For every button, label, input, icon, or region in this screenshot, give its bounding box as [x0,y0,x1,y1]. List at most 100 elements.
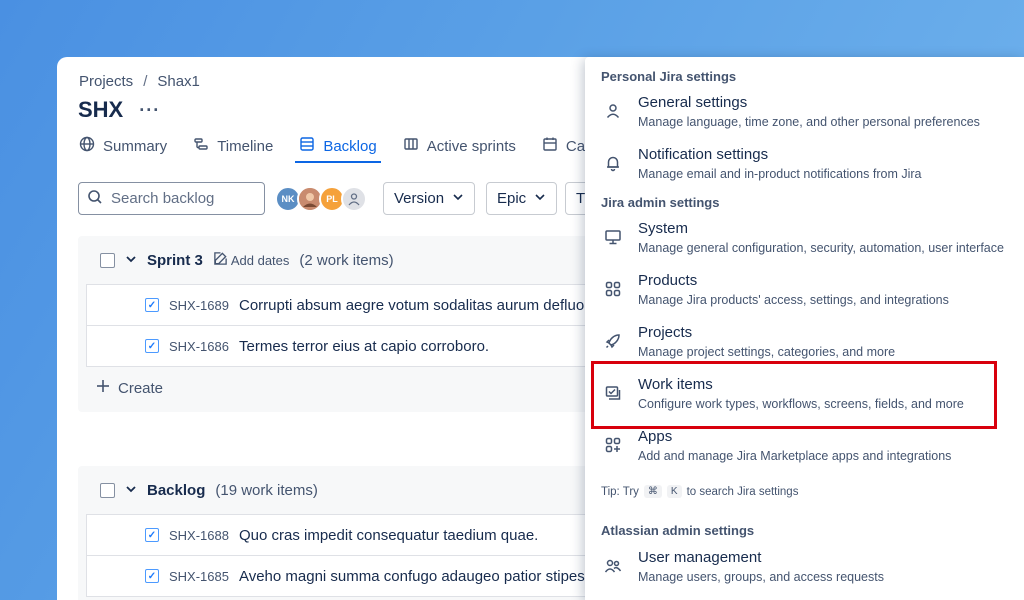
backlog-name: Backlog [147,481,206,499]
work-item-summary: Corrupti absum aegre votum sodalitas aur… [238,296,585,314]
tab-label: Summary [103,137,168,155]
backlog-checkbox[interactable] [100,482,115,498]
add-app-icon [604,436,624,456]
filter-label: T [576,190,586,207]
plus-icon [96,379,110,397]
menu-item-apps[interactable]: Apps Add and manage Jira Marketplace apps… [585,426,1024,478]
search-tip: Tip: Try ⌘ K to search Jira settings [601,485,798,498]
tab-timeline[interactable]: Timeline [193,135,273,159]
chevron-down-icon [452,190,464,207]
sprint-items: ✓ SHX-1689 Corrupti absum aegre votum so… [86,284,638,367]
menu-item-title: Products [638,272,698,289]
search-icon [87,189,103,209]
work-item-key[interactable]: SHX-1686 [169,339,229,354]
backlog-panel: Backlog (19 work items) ✓ SHX-1688 Quo c… [78,466,638,600]
menu-item-desc: Manage users, groups, and access request… [638,570,884,584]
globe-icon [79,136,95,156]
breadcrumb: Projects / Shax1 [79,73,200,90]
search-input[interactable]: Search backlog [78,182,265,215]
apps-grid-icon [604,280,624,300]
avatar-group: NK PL [275,186,367,212]
work-item-summary: Aveho magni summa confugo adaugeo patior… [238,567,589,585]
calendar-icon [542,136,558,156]
breadcrumb-projects[interactable]: Projects [79,73,133,90]
admin-settings-heading: Jira admin settings [601,195,720,210]
tab-label: Backlog [323,137,377,155]
page-title: SHX ··· [78,97,160,123]
work-item-summary: Termes terror eius at capio corroboro. [238,337,490,355]
menu-item-desc: Manage language, time zone, and other pe… [638,115,980,129]
menu-item-user-management[interactable]: User management Manage users, groups, and… [585,547,1024,599]
add-dates-button[interactable]: Add dates [213,251,290,269]
create-label: Create [118,379,164,397]
sprint-name: Sprint 3 [147,251,203,269]
tip-suffix: to search Jira settings [686,485,799,498]
monitor-icon [604,228,624,248]
menu-item-desc: Manage Jira products' access, settings, … [638,293,949,307]
filter-label: Version [394,190,445,207]
sprint-panel: Sprint 3 Add dates (2 work items) ✓ SHX-… [78,236,638,412]
menu-item-notification-settings[interactable]: Notification settings Manage email and in… [585,144,1024,196]
sprint-checkbox[interactable] [100,252,115,268]
task-icon: ✓ [145,569,159,583]
task-icon: ✓ [145,528,159,542]
tab-label: Active sprints [426,137,516,155]
k-key: K [666,485,682,498]
tab-calendar[interactable]: Ca [542,135,585,159]
backlog-header: Backlog (19 work items) [78,466,638,514]
task-icon: ✓ [145,298,159,312]
task-icon: ✓ [145,339,159,353]
menu-item-title: Apps [638,428,673,445]
people-icon [604,557,624,577]
table-row[interactable]: ✓ SHX-1689 Corrupti absum aegre votum so… [86,285,638,326]
tab-summary[interactable]: Summary [79,135,167,159]
filter-label: Epic [497,190,527,207]
bell-icon [604,154,624,174]
timeline-icon [193,136,209,156]
sprint-header: Sprint 3 Add dates (2 work items) [78,236,638,284]
tab-label: Timeline [217,137,274,155]
add-dates-label: Add dates [230,252,290,268]
table-row[interactable]: ✓ SHX-1685 Aveho magni summa confugo ada… [86,556,638,597]
menu-item-desc: Manage email and in-product notification… [638,167,922,181]
menu-item-title: Notification settings [638,146,769,163]
chevron-down-icon[interactable] [125,252,137,269]
tab-label: Ca [565,137,586,155]
epic-filter-button[interactable]: Epic [486,182,558,215]
work-item-key[interactable]: SHX-1685 [169,569,229,584]
project-tabs: Summary Timeline Backlog Active sprints … [79,135,585,163]
sprint-count: (2 work items) [299,251,394,269]
tab-active-sprints[interactable]: Active sprints [403,135,516,159]
more-actions-button[interactable]: ··· [139,100,160,121]
create-button[interactable]: Create [78,367,638,409]
person-icon [604,102,624,122]
work-item-key[interactable]: SHX-1688 [169,528,229,543]
personal-settings-heading: Personal Jira settings [601,69,737,84]
breadcrumb-project[interactable]: Shax1 [157,73,200,90]
menu-item-products[interactable]: Products Manage Jira products' access, se… [585,270,1024,322]
menu-item-title: User management [638,549,762,566]
version-filter-button[interactable]: Version [383,182,476,215]
settings-menu: Personal Jira settings General settings M… [585,57,1024,600]
chevron-down-icon[interactable] [125,482,137,499]
command-key: ⌘ [643,485,662,498]
tab-backlog[interactable]: Backlog [295,135,382,163]
menu-item-system[interactable]: System Manage general configuration, secu… [585,218,1024,270]
menu-item-title: General settings [638,94,748,111]
menu-item-general-settings[interactable]: General settings Manage language, time zo… [585,92,1024,144]
atlassian-settings-heading: Atlassian admin settings [601,523,755,538]
table-row[interactable]: ✓ SHX-1686 Termes terror eius at capio c… [86,326,638,367]
work-item-key[interactable]: SHX-1689 [169,298,229,313]
menu-item-desc: Manage general configuration, security, … [638,241,1004,255]
highlight-box [591,361,997,429]
board-icon [403,136,419,156]
tip-prefix: Tip: Try [601,485,639,498]
chevron-down-icon [534,190,546,207]
avatar[interactable] [341,186,367,212]
backlog-icon [299,136,315,156]
breadcrumb-separator: / [143,73,148,90]
rocket-icon [604,332,624,352]
project-key: SHX [78,97,124,122]
table-row[interactable]: ✓ SHX-1688 Quo cras impedit consequatur … [86,515,638,556]
menu-item-desc: Add and manage Jira Marketplace apps and… [638,449,952,463]
